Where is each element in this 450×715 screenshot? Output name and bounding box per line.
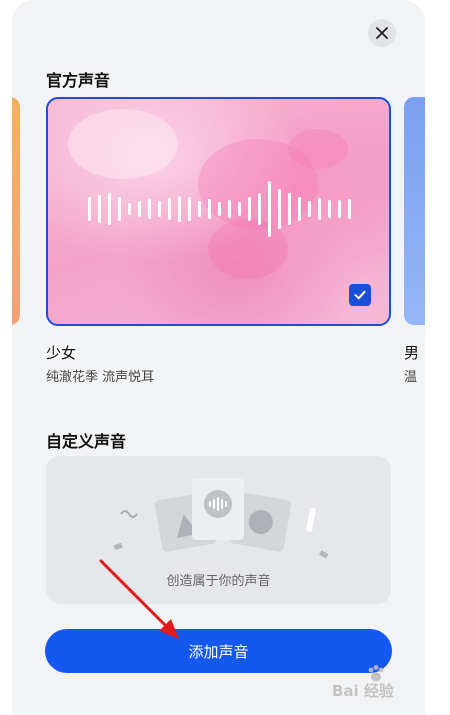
card-art-blob bbox=[68, 109, 178, 179]
voice-card-next[interactable] bbox=[404, 97, 425, 325]
selected-checkbox[interactable] bbox=[349, 284, 371, 306]
card-art-blob bbox=[288, 129, 348, 169]
waveform-icon bbox=[88, 181, 351, 237]
next-voice-description: 温 bbox=[404, 370, 418, 385]
next-voice-name: 男 bbox=[404, 344, 420, 362]
voice-description: 纯澈花季 流声悦耳 bbox=[46, 370, 155, 385]
official-voices-title: 官方声音 bbox=[46, 71, 111, 90]
check-icon bbox=[354, 290, 366, 300]
watermark: Bai 经验 bbox=[332, 664, 442, 704]
voice-card-selected[interactable] bbox=[46, 97, 391, 326]
voice-name: 少女 bbox=[46, 344, 77, 362]
voice-cards-illustration-icon bbox=[113, 478, 329, 559]
close-button[interactable] bbox=[368, 19, 396, 47]
watermark-text: Bai 经验 bbox=[332, 682, 394, 700]
voice-card-previous[interactable] bbox=[12, 97, 20, 325]
custom-voices-title: 自定义声音 bbox=[46, 432, 127, 451]
voice-picker-sheet: 官方声音 少女 纯澈花季 流声悦耳 男 温 自定义声音 创造属于你的声音 添加声… bbox=[12, 0, 425, 715]
close-icon bbox=[376, 27, 388, 39]
annotation-arrow-icon bbox=[99, 559, 179, 639]
